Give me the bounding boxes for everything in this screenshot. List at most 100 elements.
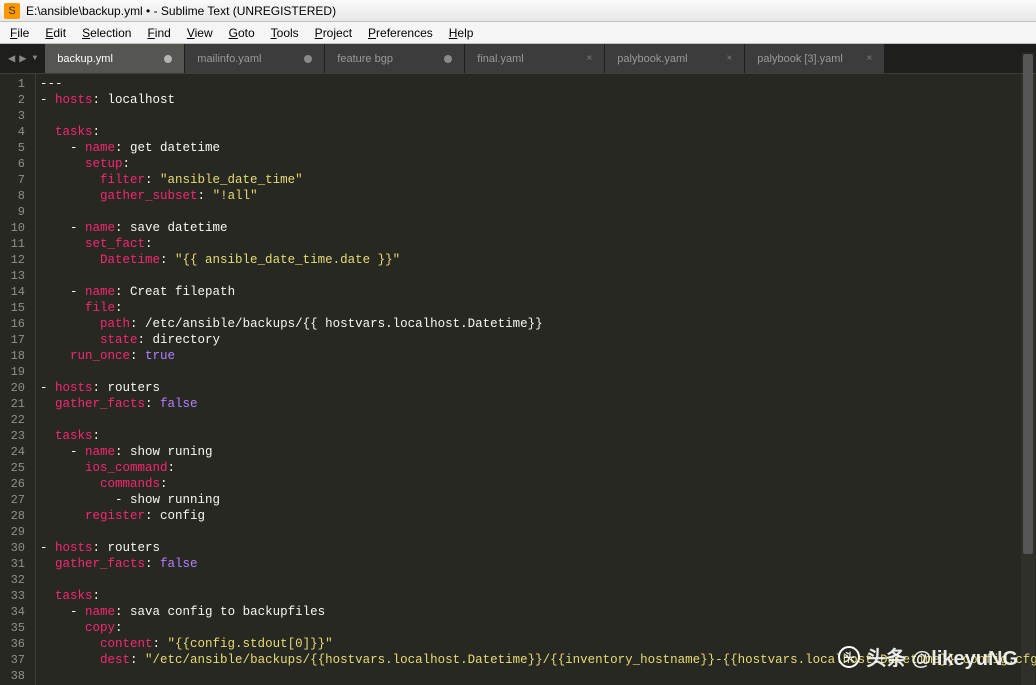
line-number: 21 (6, 396, 25, 412)
tab-bar: ◀ ▶ ▼ backup.yml mailinfo.yaml feature bgp… (0, 44, 1036, 74)
tab-dirty-dot-icon (164, 55, 172, 63)
line-number: 9 (6, 204, 25, 220)
code-line[interactable]: register: config (40, 508, 1036, 524)
menu-goto[interactable]: Goto (221, 23, 263, 43)
menu-edit[interactable]: Edit (37, 23, 74, 43)
watermark-icon: 头 (838, 646, 860, 668)
code-line[interactable] (40, 364, 1036, 380)
line-number: 5 (6, 140, 25, 156)
tab-dirty-dot-icon (304, 55, 312, 63)
line-number: 30 (6, 540, 25, 556)
code-line[interactable]: setup: (40, 156, 1036, 172)
code-line[interactable]: - name: save datetime (40, 220, 1036, 236)
line-number: 4 (6, 124, 25, 140)
tab-close-icon[interactable]: × (866, 53, 872, 64)
code-line[interactable] (40, 268, 1036, 284)
tab-dropdown-icon[interactable]: ▼ (30, 54, 39, 63)
tab-label: mailinfo.yaml (197, 53, 284, 65)
code-line[interactable]: - show running (40, 492, 1036, 508)
menu-project[interactable]: Project (307, 23, 360, 43)
line-number: 3 (6, 108, 25, 124)
code-line[interactable]: path: /etc/ansible/backups/{{ hostvars.l… (40, 316, 1036, 332)
tab-feature-bgp[interactable]: feature bgp (325, 44, 465, 73)
menu-file[interactable]: File (2, 23, 37, 43)
watermark-text: 头条 @likeyuNG (866, 642, 1018, 671)
line-number: 22 (6, 412, 25, 428)
line-number: 23 (6, 428, 25, 444)
line-number: 25 (6, 460, 25, 476)
code-line[interactable]: tasks: (40, 428, 1036, 444)
tab-history-back-icon[interactable]: ◀ (6, 51, 17, 66)
code-line[interactable]: gather_subset: "!all" (40, 188, 1036, 204)
tab-nav-arrows[interactable]: ◀ ▶ ▼ (0, 44, 45, 73)
line-number: 38 (6, 668, 25, 684)
code-line[interactable]: run_once: true (40, 348, 1036, 364)
editor[interactable]: 1234567891011121314151617181920212223242… (0, 74, 1036, 685)
scrollbar-thumb[interactable] (1023, 54, 1033, 554)
tab-label: feature bgp (337, 53, 424, 65)
vertical-scrollbar[interactable] (1021, 52, 1035, 685)
code-line[interactable]: commands: (40, 476, 1036, 492)
line-number: 18 (6, 348, 25, 364)
menu-tools[interactable]: Tools (263, 23, 307, 43)
line-number: 6 (6, 156, 25, 172)
tab-label: palybook [3].yaml (757, 53, 846, 65)
line-number: 15 (6, 300, 25, 316)
code-line[interactable]: tasks: (40, 124, 1036, 140)
code-line[interactable] (40, 412, 1036, 428)
code-line[interactable]: ios_command: (40, 460, 1036, 476)
app-icon: S (4, 3, 20, 19)
code-line[interactable]: set_fact: (40, 236, 1036, 252)
code-line[interactable]: gather_facts: false (40, 556, 1036, 572)
line-number: 35 (6, 620, 25, 636)
line-number: 20 (6, 380, 25, 396)
line-number: 16 (6, 316, 25, 332)
code-line[interactable] (40, 204, 1036, 220)
code-line[interactable]: - hosts: routers (40, 380, 1036, 396)
menu-help[interactable]: Help (441, 23, 482, 43)
line-number: 13 (6, 268, 25, 284)
tab-history-forward-icon[interactable]: ▶ (17, 51, 28, 66)
code-line[interactable]: - name: Creat filepath (40, 284, 1036, 300)
tab-backup-yml[interactable]: backup.yml (45, 44, 185, 73)
line-number: 37 (6, 652, 25, 668)
line-number: 28 (6, 508, 25, 524)
code-line[interactable]: state: directory (40, 332, 1036, 348)
tab-label: final.yaml (477, 53, 566, 65)
line-number: 14 (6, 284, 25, 300)
tab-palybook-3-yaml[interactable]: palybook [3].yaml × (745, 44, 885, 73)
tab-close-icon[interactable]: × (586, 53, 592, 64)
code-line[interactable]: - hosts: localhost (40, 92, 1036, 108)
tab-close-icon[interactable]: × (726, 53, 732, 64)
code-line[interactable]: - name: get datetime (40, 140, 1036, 156)
menu-preferences[interactable]: Preferences (360, 23, 441, 43)
code-line[interactable]: filter: "ansible_date_time" (40, 172, 1036, 188)
code-line[interactable]: Datetime: "{{ ansible_date_time.date }}" (40, 252, 1036, 268)
menu-find[interactable]: Find (139, 23, 178, 43)
code-area[interactable]: ---- hosts: localhost tasks: - name: get… (36, 74, 1036, 685)
code-line[interactable]: - name: sava config to backupfiles (40, 604, 1036, 620)
line-number: 27 (6, 492, 25, 508)
tab-mailinfo-yaml[interactable]: mailinfo.yaml (185, 44, 325, 73)
menu-selection[interactable]: Selection (74, 23, 139, 43)
code-line[interactable]: - name: show runing (40, 444, 1036, 460)
tab-final-yaml[interactable]: final.yaml × (465, 44, 605, 73)
code-line[interactable]: gather_facts: false (40, 396, 1036, 412)
code-line[interactable]: copy: (40, 620, 1036, 636)
window-title: E:\ansible\backup.yml • - Sublime Text (… (26, 4, 336, 18)
tab-label: palybook.yaml (617, 53, 706, 65)
code-line[interactable]: - hosts: routers (40, 540, 1036, 556)
code-line[interactable]: file: (40, 300, 1036, 316)
code-line[interactable] (40, 108, 1036, 124)
line-number: 33 (6, 588, 25, 604)
menu-view[interactable]: View (179, 23, 221, 43)
line-number: 31 (6, 556, 25, 572)
line-number: 26 (6, 476, 25, 492)
watermark: 头 头条 @likeyuNG (838, 642, 1018, 671)
code-line[interactable] (40, 572, 1036, 588)
code-line[interactable] (40, 524, 1036, 540)
code-line[interactable]: --- (40, 76, 1036, 92)
line-number: 12 (6, 252, 25, 268)
tab-palybook-yaml[interactable]: palybook.yaml × (605, 44, 745, 73)
code-line[interactable]: tasks: (40, 588, 1036, 604)
